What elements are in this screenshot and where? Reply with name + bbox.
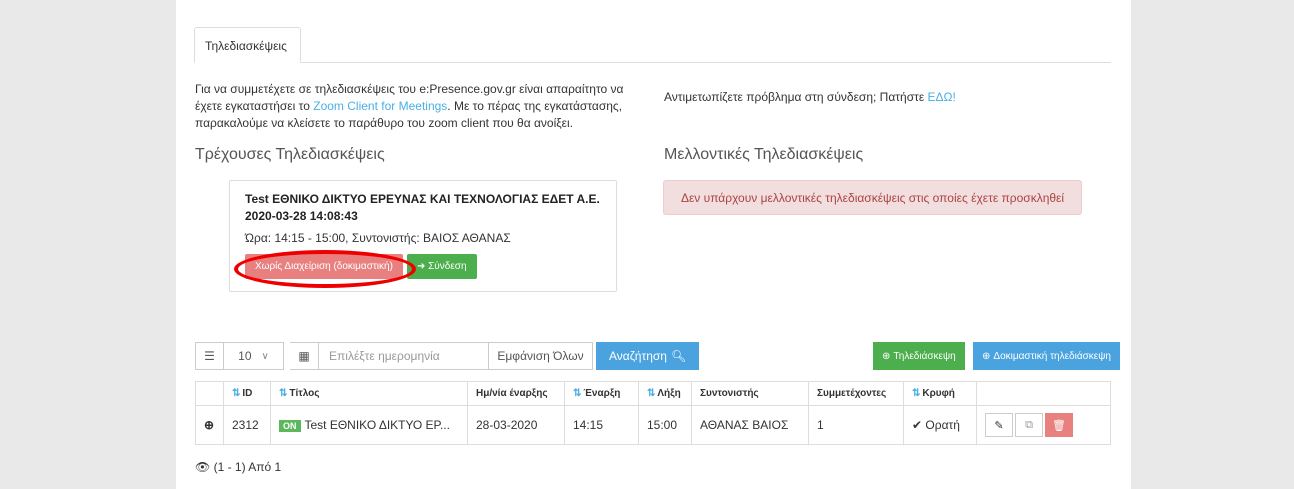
table-header-row: ⇅ ID ⇅ Τίτλος Ημ/νία έναρξης ⇅ Έναρξη ⇅ Λήξη… [195,381,1111,406]
page-size-select[interactable]: 10 ∨ [224,342,284,370]
header-blank [195,381,224,406]
cell-date: 28-03-2020 [467,405,565,445]
add-test-conference-button[interactable]: ⊕ Δοκιμαστική τηλεδιάσκεψη [973,342,1120,370]
card-time: Ώρα: 14:15 - 15:00, Συντονιστής: ΒΑΙΟΣ Α… [245,231,511,245]
eye-icon: 👁︎ [195,460,211,474]
cell-actions: ✎ ⧉ 🗑︎ [976,405,1111,445]
sign-in-icon: ➜ [416,261,426,272]
sort-icon: ⇅ [573,388,582,399]
problem-link[interactable]: ΕΔΩ! [928,90,956,104]
header-start[interactable]: ⇅ Έναρξη [564,381,639,406]
main-page: Τηλεδιασκέψεις Για να συμμετέχετε σε τηλ… [176,0,1131,489]
sort-icon: ⇅ [647,388,656,399]
search-label: Αναζήτηση [609,349,667,363]
tab-bar: Τηλεδιασκέψεις [194,0,1111,63]
edit-icon[interactable]: ✎ [985,413,1013,437]
header-id[interactable]: ⇅ ID [223,381,271,406]
copy-icon[interactable]: ⧉ [1015,413,1043,437]
current-conferences-title: Τρέχουσες Τηλεδιασκέψεις [195,146,385,163]
header-end[interactable]: ⇅ Λήξη [638,381,692,406]
header-participants: Συμμετέχοντες [808,381,904,406]
check-icon: ✔ [912,418,923,432]
card-title: Test ΕΘΝΙΚΟ ΔΙΚΤΥΟ ΕΡΕΥΝΑΣ ΚΑΙ ΤΕΧΝΟΛΟΓΙ… [245,192,600,206]
cell-start: 14:15 [564,405,639,445]
connect-button[interactable]: ➜ Σύνδεση [406,254,477,279]
cell-visibility: ✔ Ορατή [903,405,977,445]
cell-participants: 1 [808,405,904,445]
calendar-icon[interactable]: ▦ [290,342,319,370]
header-start-date: Ημ/νία έναρξης [467,381,565,406]
problem-text: Αντιμετωπίζετε πρόβλημα στη σύνδεση; Πατ… [664,90,928,104]
add-conference-button[interactable]: ⊕ Τηλεδιάσκεψη [873,342,965,370]
conferences-table: ⇅ ID ⇅ Τίτλος Ημ/νία έναρξης ⇅ Έναρξη ⇅ Λήξη… [195,381,1111,445]
visibility-label: Ορατή [925,418,960,432]
zoom-in-icon[interactable]: ⊕ [195,405,224,445]
status-badge: ON [279,420,301,432]
sort-icon: ⇅ [912,388,921,399]
zoom-client-link[interactable]: Zoom Client for Meetings [313,99,447,113]
header-hidden[interactable]: ⇅ Κρυφή [903,381,977,406]
intro-text: Για να συμμετέχετε σε τηλεδιασκέψεις του… [195,81,645,132]
pagination-text: (1 - 1) Από 1 [213,460,282,474]
future-conferences-title: Μελλοντικές Τηλεδιασκέψεις [664,146,864,163]
row-title: Test ΕΘΝΙΚΟ ΔΙΚΤΥΟ ΕΡ... [304,418,450,432]
no-future-conferences-alert: Δεν υπάρχουν μελλοντικές τηλεδιασκέψεις … [663,180,1082,215]
tab-conferences[interactable]: Τηλεδιασκέψεις [194,27,301,63]
show-all-button[interactable]: Εμφάνιση Όλων [489,342,593,370]
pagination-info: 👁︎ (1 - 1) Από 1 [195,460,281,474]
sort-icon: ⇅ [232,388,241,399]
connect-label: Σύνδεση [428,261,467,272]
add-conference-label: Τηλεδιάσκεψη [893,350,956,362]
header-actions [976,381,1111,406]
table-row: ⊕ 2312 ON Test ΕΘΝΙΚΟ ΔΙΚΤΥΟ ΕΡ... 28-03-… [195,405,1111,445]
header-coordinator: Συντονιστής [691,381,809,406]
connection-problem-text: Αντιμετωπίζετε πρόβλημα στη σύνδεση; Πατ… [664,90,956,104]
cell-end: 15:00 [638,405,692,445]
header-title[interactable]: ⇅ Τίτλος [270,381,468,406]
sort-icon: ⇅ [279,388,288,399]
cell-title: ON Test ΕΘΝΙΚΟ ΔΙΚΤΥΟ ΕΡ... [270,405,468,445]
cell-coordinator: ΑΘΑΝΑΣ ΒΑΙΟΣ [691,405,809,445]
table-toolbar: ☰ 10 ∨ ▦ Επιλέξτε ημερομηνία Εμφάνιση Όλ… [195,342,700,370]
plus-icon: ⊕ [982,350,991,362]
add-test-conference-label: Δοκιμαστική τηλεδιάσκεψη [993,350,1111,362]
plus-icon: ⊕ [882,350,891,362]
search-icon: 🔍︎ [670,349,687,363]
trash-icon[interactable]: 🗑︎ [1045,413,1073,437]
page-size-value: 10 [238,349,252,363]
highlight-oval [234,250,416,288]
chevron-down-icon: ∨ [261,350,269,362]
cell-id: 2312 [223,405,271,445]
card-datetime: 2020-03-28 14:08:43 [245,209,358,223]
date-input[interactable]: Επιλέξτε ημερομηνία [319,342,489,370]
list-icon[interactable]: ☰ [195,342,224,370]
search-button[interactable]: Αναζήτηση 🔍︎ [596,342,700,370]
